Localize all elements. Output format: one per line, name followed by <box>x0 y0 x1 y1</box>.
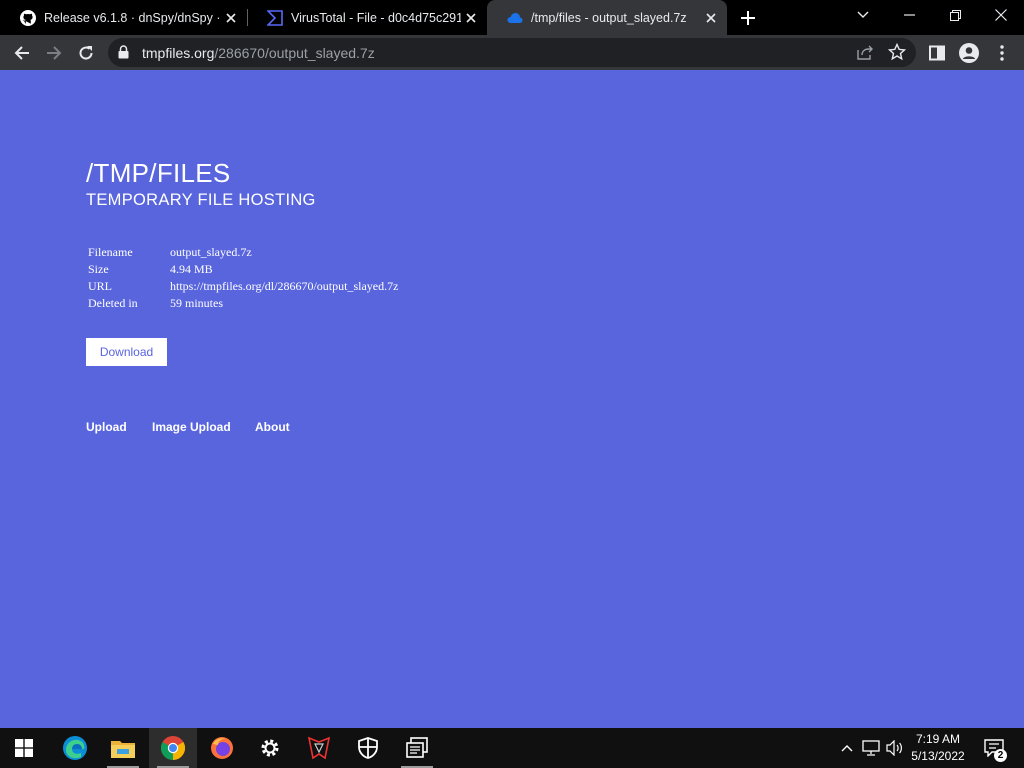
chevron-down-icon <box>857 11 869 18</box>
new-tab-button[interactable] <box>736 6 760 30</box>
page-content: /TMP/FILES TEMPORARY FILE HOSTING Filena… <box>0 70 1024 728</box>
minimize-icon <box>903 14 915 16</box>
minimize-button[interactable] <box>886 0 932 30</box>
profile-icon <box>959 43 979 63</box>
info-row-url: URL https://tmpfiles.org/dl/286670/outpu… <box>88 279 398 296</box>
security-icon <box>358 737 378 759</box>
info-row-size: Size 4.94 MB <box>88 262 398 279</box>
clock-time: 7:19 AM <box>915 732 961 746</box>
tab-strip: Release v6.1.8 · dnSpy/dnSpy · Gi VirusT… <box>0 0 1024 35</box>
network-status[interactable] <box>860 728 882 768</box>
github-icon <box>20 9 36 26</box>
url-domain: tmpfiles.org <box>142 45 215 61</box>
tab-title: /tmp/files - output_slayed.7z <box>531 10 687 25</box>
url-text: tmpfiles.org/286670/output_slayed.7z <box>142 45 375 61</box>
close-window-button[interactable] <box>978 0 1024 30</box>
taskbar-security[interactable] <box>344 728 392 768</box>
close-icon[interactable] <box>221 8 241 28</box>
plus-icon <box>741 11 755 25</box>
windows-start-icon <box>15 739 33 757</box>
tab-virustotal[interactable]: VirusTotal - File - d0c4d75c2916c <box>247 0 487 35</box>
profile-button[interactable] <box>955 39 983 67</box>
arrow-left-icon <box>14 46 29 60</box>
nav-link-about[interactable]: About <box>255 420 290 434</box>
tab-title: VirusTotal - File - d0c4d75c2916c <box>291 10 461 25</box>
show-hidden-icons-button[interactable] <box>838 728 856 768</box>
settings-icon <box>261 739 279 757</box>
file-info-table: Filename output_slayed.7z Size 4.94 MB U… <box>88 245 398 313</box>
browser-toolbar: tmpfiles.org/286670/output_slayed.7z <box>0 35 1024 70</box>
taskbar-app[interactable] <box>295 728 343 768</box>
app-icon <box>307 736 331 760</box>
info-value: 4.94 MB <box>170 262 213 276</box>
taskbar-clock[interactable]: 7:19 AM 5/13/2022 <box>904 731 972 765</box>
tab-github[interactable]: Release v6.1.8 · dnSpy/dnSpy · Gi <box>0 0 247 35</box>
nav-link-image-upload[interactable]: Image Upload <box>152 420 231 434</box>
reload-icon <box>79 46 93 60</box>
virustotal-icon <box>267 9 283 26</box>
url-path: /286670/output_slayed.7z <box>214 45 375 61</box>
firefox-icon <box>211 737 233 759</box>
tab-tmpfiles[interactable]: /tmp/files - output_slayed.7z <box>487 0 727 35</box>
nav-link-upload[interactable]: Upload <box>86 420 127 434</box>
page-title: /TMP/FILES <box>86 158 231 188</box>
kebab-menu-icon <box>1000 45 1004 61</box>
edge-icon <box>63 736 87 760</box>
restore-icon <box>949 9 961 21</box>
lock-icon[interactable] <box>118 45 129 64</box>
bookmark-star-icon[interactable] <box>887 42 907 66</box>
cloud-icon <box>507 10 523 26</box>
taskbar: 7:19 AM 5/13/2022 2 <box>0 728 1024 768</box>
page-subtitle: TEMPORARY FILE HOSTING <box>86 191 316 209</box>
back-button[interactable] <box>8 39 36 67</box>
close-icon[interactable] <box>701 8 721 28</box>
forward-button[interactable] <box>40 39 68 67</box>
info-row-deleted-in: Deleted in 59 minutes <box>88 296 398 313</box>
info-key: Filename <box>88 245 133 259</box>
taskbar-firefox[interactable] <box>198 728 246 768</box>
close-icon <box>995 9 1007 21</box>
info-key: URL <box>88 279 112 293</box>
reload-button[interactable] <box>72 39 100 67</box>
tab-search-button[interactable] <box>840 0 886 30</box>
volume-control[interactable] <box>884 728 906 768</box>
volume-icon <box>886 740 902 756</box>
tab-title: Release v6.1.8 · dnSpy/dnSpy · Gi <box>44 10 221 25</box>
info-row-filename: Filename output_slayed.7z <box>88 245 398 262</box>
info-value: 59 minutes <box>170 296 223 310</box>
chrome-icon <box>161 736 185 760</box>
notification-count-badge: 2 <box>994 749 1007 762</box>
arrow-right-icon <box>47 46 62 60</box>
info-value[interactable]: https://tmpfiles.org/dl/286670/output_sl… <box>170 279 398 296</box>
task-manager-icon <box>406 737 428 758</box>
taskbar-edge[interactable] <box>51 728 99 768</box>
download-button[interactable]: Download <box>86 338 167 366</box>
clock-date: 5/13/2022 <box>911 749 965 763</box>
taskbar-task-view[interactable] <box>393 728 441 768</box>
start-button[interactable] <box>0 728 48 768</box>
taskbar-chrome[interactable] <box>149 728 197 768</box>
side-panel-icon <box>929 45 945 61</box>
taskbar-settings[interactable] <box>246 728 294 768</box>
file-explorer-icon <box>111 741 135 758</box>
info-key: Deleted in <box>88 296 138 310</box>
network-icon <box>862 740 880 756</box>
menu-button[interactable] <box>988 39 1016 67</box>
restore-button[interactable] <box>932 0 978 30</box>
close-icon[interactable] <box>461 8 481 28</box>
info-key: Size <box>88 262 109 276</box>
share-icon[interactable] <box>856 43 874 66</box>
address-bar[interactable]: tmpfiles.org/286670/output_slayed.7z <box>108 38 916 67</box>
side-panel-button[interactable] <box>923 39 951 67</box>
info-value: output_slayed.7z <box>170 245 252 259</box>
chevron-up-icon <box>841 745 853 752</box>
action-center-button[interactable] <box>980 728 1008 768</box>
taskbar-file-explorer[interactable] <box>99 728 147 768</box>
